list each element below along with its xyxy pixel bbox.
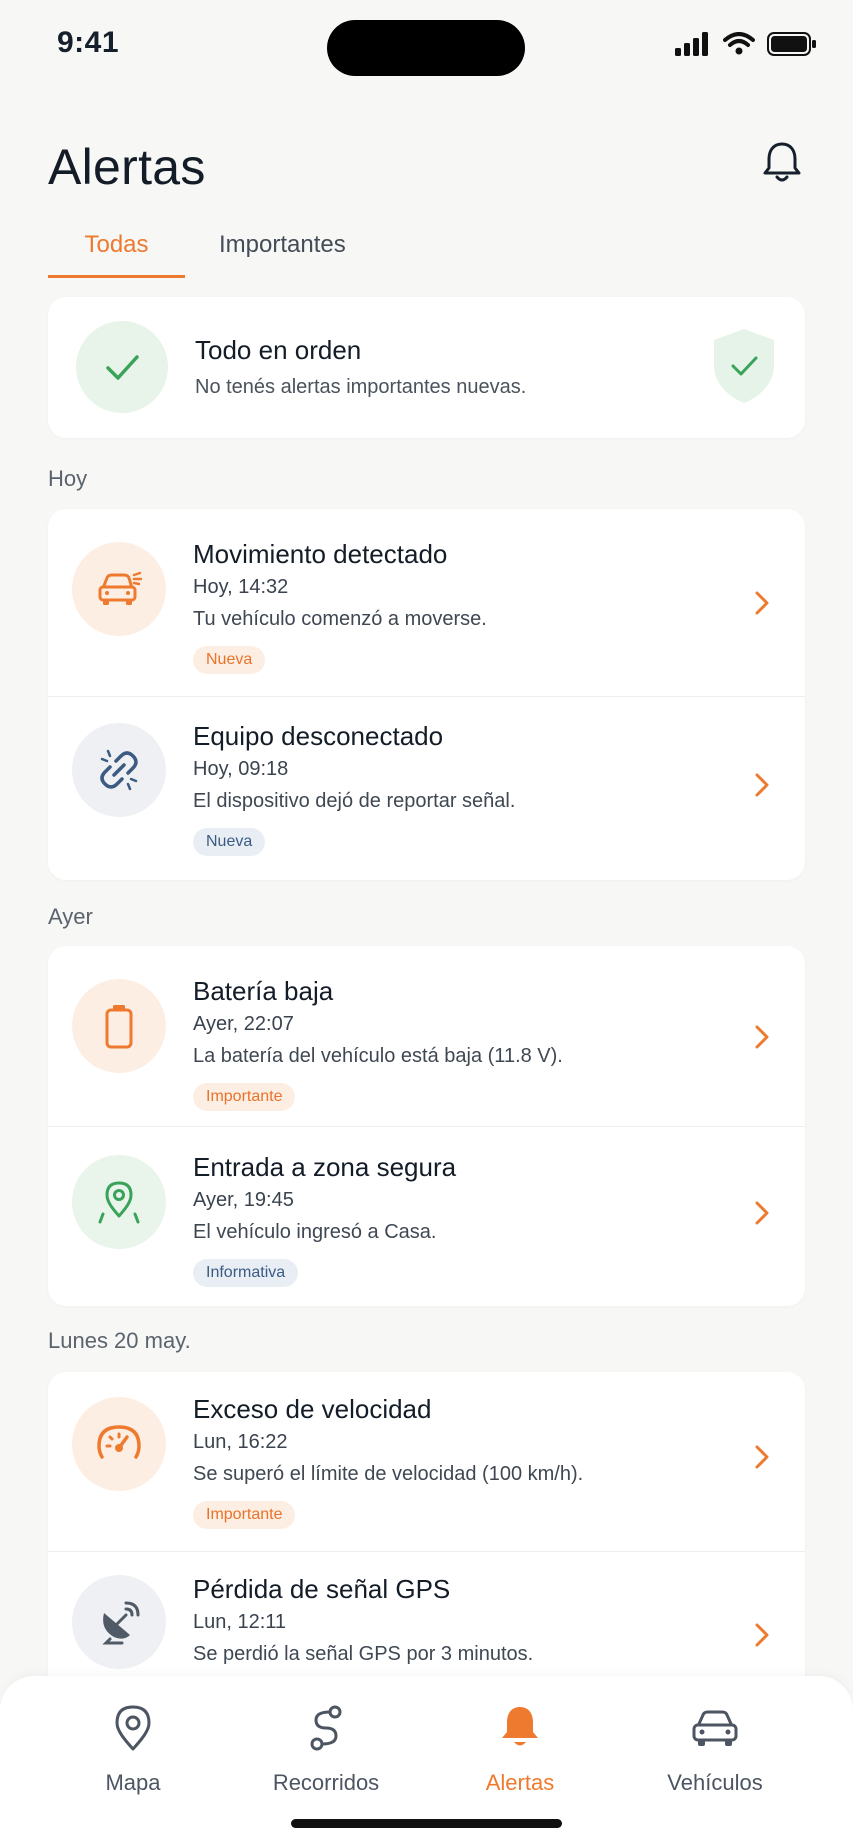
alert-item-velocidad[interactable]: Exceso de velocidad Lun, 16:22 Se superó… (48, 1372, 805, 1551)
nav-item-alertas[interactable]: Alertas (440, 1702, 600, 1796)
alert-description: Tu vehículo comenzó a moverse. (193, 608, 487, 630)
tab-todas[interactable]: Todas (48, 226, 185, 278)
location-pin-icon (98, 1181, 140, 1224)
alert-group-lunes: Exceso de velocidad Lun, 16:22 Se superó… (48, 1372, 805, 1712)
alert-time: Ayer, 19:45 (193, 1189, 294, 1211)
nav-label: Vehículos (667, 1770, 763, 1795)
alert-icon-badge (72, 1397, 166, 1491)
summary-title: Todo en orden (195, 335, 362, 365)
summary-subtitle: No tenés alertas importantes nuevas. (195, 376, 527, 398)
alert-icon-badge (72, 1155, 166, 1249)
nav-icon-wrap (246, 1702, 406, 1754)
notifications-button[interactable] (758, 138, 806, 186)
bell-icon (763, 142, 801, 182)
alert-title: Pérdida de señal GPS (193, 1574, 451, 1604)
bell-icon (502, 1707, 538, 1746)
alert-icon-badge (72, 723, 166, 817)
battery-status-icon (767, 32, 816, 56)
alert-icon-badge (72, 979, 166, 1073)
alert-time: Lun, 12:11 (193, 1611, 287, 1633)
nav-label: Recorridos (272, 1770, 380, 1795)
filter-tabs: Todas Importantes (48, 226, 805, 278)
chevron-right-icon (755, 1025, 769, 1049)
alert-title: Exceso de velocidad (193, 1394, 432, 1424)
alert-title: Entrada a zona segura (193, 1152, 457, 1182)
page-title: Alertas (48, 139, 206, 195)
summary-status-circle (76, 321, 168, 413)
shield-check-icon (714, 329, 774, 403)
alert-time: Ayer, 22:07 (193, 1013, 294, 1035)
chevron-right-icon (755, 591, 769, 615)
route-icon (310, 1705, 342, 1751)
section-label-ayer: Ayer (48, 904, 93, 929)
status-icons (675, 32, 817, 56)
nav-item-recorridos[interactable]: Recorridos (246, 1702, 406, 1796)
alert-item-bateria[interactable]: Batería baja Ayer, 22:07 La batería del … (48, 946, 805, 1126)
status-bar: 9:41 (0, 0, 853, 90)
car-icon (692, 1710, 738, 1746)
alert-title: Equipo desconectado (193, 721, 444, 751)
nav-icon-wrap (53, 1702, 213, 1754)
alert-title: Movimiento detectado (193, 539, 448, 569)
alert-description: El dispositivo dejó de reportar señal. (193, 790, 516, 812)
check-icon (106, 355, 139, 380)
nav-item-mapa[interactable]: Mapa (53, 1702, 213, 1796)
car-motion-icon (98, 571, 142, 605)
battery-icon (105, 1005, 133, 1049)
status-badge: Importante (193, 1501, 296, 1529)
chevron-right-icon (755, 1445, 769, 1469)
wifi-icon (723, 32, 755, 55)
alert-group-hoy: Movimiento detectado Hoy, 14:32 Tu vehíc… (48, 509, 805, 880)
alert-time: Lun, 16:22 (193, 1431, 288, 1453)
alert-description: El vehículo ingresó a Casa. (193, 1221, 437, 1243)
chevron-right-icon (755, 773, 769, 797)
nav-icon-wrap (635, 1702, 795, 1754)
alert-description: La batería del vehículo está baja (11.8 … (193, 1045, 563, 1067)
status-badge: Importante (193, 1083, 296, 1111)
status-badge: Informativa (193, 1259, 299, 1287)
nav-icon-wrap (440, 1702, 600, 1754)
alert-description: Se superó el límite de velocidad (100 km… (193, 1463, 584, 1485)
status-badge: Nueva (193, 828, 266, 856)
alert-title: Batería baja (193, 976, 334, 1006)
chevron-right-icon (755, 1201, 769, 1225)
summary-card: Todo en orden No tenés alertas important… (48, 297, 805, 438)
tab-importantes[interactable]: Importantes (219, 226, 346, 278)
status-badge: Nueva (193, 646, 266, 674)
signal-icon (675, 32, 708, 56)
chevron-right-icon (755, 1623, 769, 1647)
alert-description: Se perdió la señal GPS por 3 minutos. (193, 1643, 534, 1665)
home-indicator (291, 1819, 562, 1828)
nav-item-vehiculos[interactable]: Vehículos (635, 1702, 795, 1796)
alert-time: Hoy, 14:32 (193, 576, 289, 598)
satellite-dish-icon (102, 1601, 140, 1645)
alert-item-movimiento[interactable]: Movimiento detectado Hoy, 14:32 Tu vehíc… (48, 509, 805, 696)
alert-time: Hoy, 09:18 (193, 758, 289, 780)
alert-item-equipo[interactable]: Equipo desconectado Hoy, 09:18 El dispos… (48, 696, 805, 880)
broken-link-icon (100, 749, 138, 791)
dynamic-island (327, 20, 525, 76)
section-label-hoy: Hoy (48, 466, 88, 491)
alert-icon-badge (72, 1575, 166, 1669)
nav-label: Alertas (485, 1770, 555, 1795)
alert-group-ayer: Batería baja Ayer, 22:07 La batería del … (48, 946, 805, 1306)
map-pin-icon (115, 1705, 151, 1751)
section-label-lunes: Lunes 20 may. (48, 1328, 191, 1353)
status-time: 9:41 (57, 26, 120, 59)
speedometer-icon (97, 1425, 141, 1459)
alert-icon-badge (72, 542, 166, 636)
nav-label: Mapa (105, 1770, 161, 1795)
alert-item-zona-segura[interactable]: Entrada a zona segura Ayer, 19:45 El veh… (48, 1126, 805, 1306)
